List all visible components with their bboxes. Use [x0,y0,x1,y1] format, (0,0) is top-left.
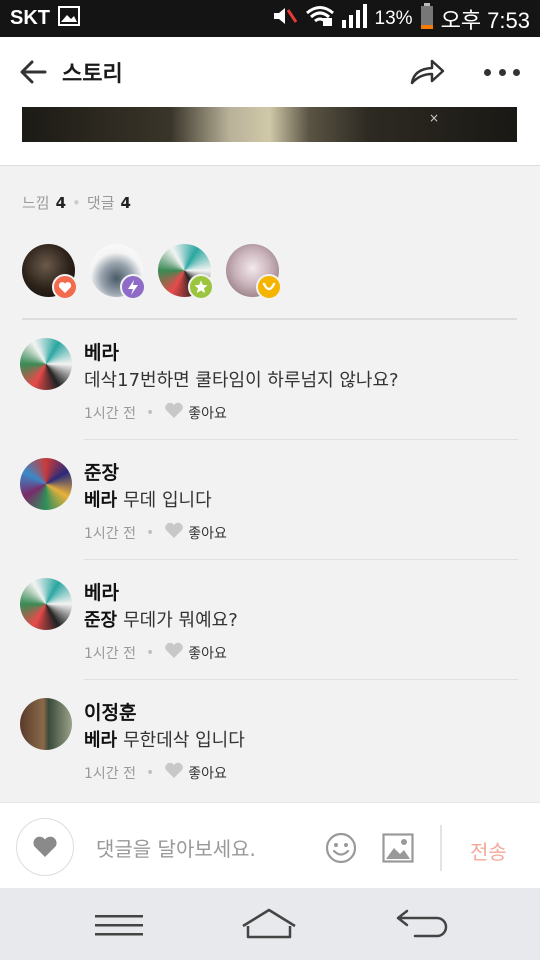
wifi-icon [305,5,335,33]
comment-text: 데삭17번하면 쿨타임이 하루넘지 않나요? [84,366,399,392]
carrier-label: SKT [10,7,50,29]
avatar[interactable] [20,338,72,390]
bolt-icon [120,274,146,300]
comment-time: 1시간 전 [84,765,136,782]
comment-text: 준장 무데가 뭐예요? [84,606,238,632]
emoji-icon[interactable] [325,832,357,864]
like-heart-icon[interactable] [164,762,184,783]
separator-dot: • [146,524,155,541]
comment-mention[interactable]: 베라 [84,730,117,751]
reaction-item[interactable] [90,244,146,300]
avatar[interactable] [20,458,72,510]
comment-meta: 1시간 전 • 좋아요 [84,642,227,663]
star-icon [188,274,214,300]
clock: 오후 7:53 [440,7,530,33]
menu-icon[interactable] [95,913,143,937]
like-button[interactable]: 좋아요 [188,763,227,783]
comment-label: 댓글 [86,194,115,212]
like-heart-icon[interactable] [164,522,184,543]
separator-dot: • [72,193,81,212]
reaction-avatars [22,244,282,300]
comment-meta: 1시간 전 • 좋아요 [84,522,227,543]
comment-item: 베라 준장 무데가 뭐예요? 1시간 전 • 좋아요 [0,560,540,680]
app-header: 스토리 [0,37,540,107]
back-arrow-icon[interactable] [18,57,48,87]
comment-mention[interactable]: 베라 [84,490,117,511]
reaction-item[interactable] [226,244,282,300]
reaction-counts: 느낌 4 • 댓글 4 [22,192,131,213]
signal-icon [341,3,368,34]
system-nav-bar [0,888,540,960]
page-title: 스토리 [62,62,123,87]
comment-author[interactable]: 베라 [84,578,119,605]
like-button[interactable]: 좋아요 [188,643,227,663]
comment-item: 이정훈 베라 무한데삭 입니다 1시간 전 • 좋아요 [0,680,540,800]
divider [440,825,442,871]
comment-body: 무데가 뭐예요? [123,610,238,631]
comment-count: 4 [120,193,131,212]
comment-author[interactable]: 준장 [84,458,119,485]
feel-count: 4 [55,193,67,212]
comment-mention[interactable]: 준장 [84,610,117,631]
comment-meta: 1시간 전 • 좋아요 [84,402,227,423]
mute-icon [272,5,298,33]
avatar[interactable] [20,578,72,630]
comment-time: 1시간 전 [84,645,136,662]
comment-author[interactable]: 베라 [84,338,119,365]
comment-input-bar: 댓글을 달아보세요. 전송 [0,802,540,888]
like-heart-icon[interactable] [164,402,184,423]
heart-icon[interactable] [16,818,74,876]
comment-time: 1시간 전 [84,525,136,542]
like-button[interactable]: 좋아요 [188,523,227,543]
story-image[interactable]: × [22,107,517,142]
comment-body: 데삭17번하면 쿨타임이 하루넘지 않나요? [84,370,399,391]
comment-text: 베라 무한데삭 입니다 [84,726,245,752]
back-icon[interactable] [395,908,449,938]
reaction-item[interactable] [158,244,214,300]
like-heart-icon[interactable] [164,642,184,663]
feel-label: 느낌 [22,194,50,212]
reaction-item[interactable] [22,244,78,300]
battery-percent: 13% [374,7,413,29]
separator-dot: • [146,764,155,781]
avatar[interactable] [20,698,72,750]
send-button[interactable]: 전송 [470,836,507,865]
comment-text: 베라 무데 입니다 [84,486,212,512]
comment-input[interactable]: 댓글을 달아보세요. [96,833,256,862]
comment-meta: 1시간 전 • 좋아요 [84,762,227,783]
smile-icon [256,274,282,300]
separator-dot: • [146,644,155,661]
comment-body: 무데 입니다 [123,490,212,511]
comment-body: 무한데삭 입니다 [123,730,245,751]
separator-dot: • [146,404,155,421]
gallery-notification-icon [58,5,80,32]
share-icon[interactable] [408,57,446,87]
home-icon[interactable] [240,906,298,940]
like-button[interactable]: 좋아요 [188,403,227,423]
image-icon[interactable] [382,833,414,863]
comment-time: 1시간 전 [84,405,136,422]
story-image-area: × [0,107,540,166]
more-icon[interactable] [484,62,520,82]
heart-icon [52,274,78,300]
comment-author[interactable]: 이정훈 [84,698,136,725]
battery-icon [420,2,434,35]
status-bar: SKT 13% 오후 7:53 [0,0,540,37]
comment-item: 준장 베라 무데 입니다 1시간 전 • 좋아요 [0,440,540,560]
comment-item: 베라 데삭17번하면 쿨타임이 하루넘지 않나요? 1시간 전 • 좋아요 [0,320,540,440]
